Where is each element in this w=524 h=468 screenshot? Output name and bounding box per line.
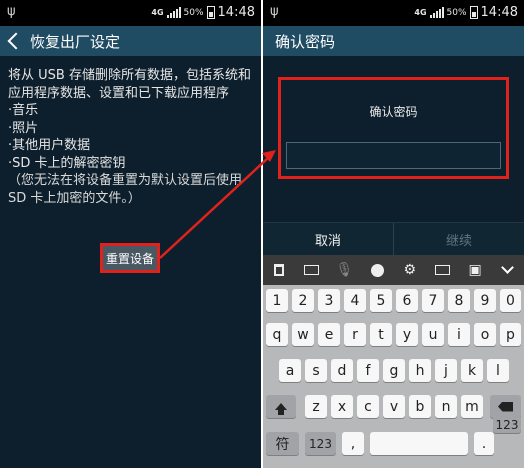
key[interactable]: 2 <box>292 289 314 312</box>
key[interactable]: w <box>292 323 314 346</box>
page-title: 确认密码 <box>275 32 336 51</box>
key[interactable]: a <box>279 359 301 382</box>
key[interactable]: t <box>370 323 392 346</box>
window-icon[interactable]: ▣ <box>459 255 492 285</box>
status-bar: ψ 4G 50% 14:48 <box>0 0 261 26</box>
signal-icon <box>429 7 444 18</box>
key[interactable]: 4 <box>344 289 366 312</box>
key[interactable]: z <box>305 395 327 418</box>
intro-text: 将从 USB 存储删除所有数据，包括系统和应用程序数据、设置和已下载应用程序 <box>8 68 251 101</box>
symbol-key[interactable]: 符 <box>266 432 299 455</box>
period-key[interactable]: . <box>474 432 494 455</box>
network-type: 4G <box>151 7 164 17</box>
settings-icon[interactable]: ⚙ <box>394 255 427 285</box>
continue-button[interactable]: 继续 <box>394 223 524 255</box>
key[interactable]: h <box>409 359 431 382</box>
right-screen: ψ 4G 50% 14:48 确认密码 确认密码 取消 继续 🎙 ⚙ ▣ 1 2… <box>263 0 524 468</box>
microphone-icon[interactable]: 🎙 <box>328 255 361 285</box>
battery-percent: 50% <box>183 7 204 18</box>
clock: 14:48 <box>217 5 255 20</box>
key[interactable]: k <box>461 359 483 382</box>
key[interactable]: i <box>448 323 470 346</box>
soft-keyboard: 1 2 3 4 5 6 7 8 9 0 q w e r t y u i o p … <box>263 285 524 468</box>
key[interactable]: 8 <box>448 289 470 312</box>
key[interactable]: 0 <box>500 289 521 312</box>
key[interactable]: p <box>500 323 521 346</box>
keyboard-icon[interactable] <box>296 255 329 285</box>
handwriting-icon[interactable] <box>426 255 459 285</box>
dialog-buttons: 取消 继续 <box>263 222 524 255</box>
sd-note: （您无法在将设备重置为默认设置后使用 SD 卡上加密的文件。） <box>8 173 243 206</box>
number-mode-key[interactable]: 123 <box>305 432 336 455</box>
clipboard-icon[interactable] <box>263 255 296 285</box>
backspace-key[interactable] <box>490 395 521 418</box>
highlight-box <box>278 77 509 179</box>
page-title: 恢复出厂设定 <box>30 32 121 51</box>
cancel-button[interactable]: 取消 <box>263 223 394 255</box>
key[interactable]: v <box>383 395 405 418</box>
key[interactable]: l <box>487 359 509 382</box>
key[interactable]: g <box>383 359 405 382</box>
key[interactable]: q <box>266 323 288 346</box>
item-music: ·音乐 <box>8 103 39 118</box>
key[interactable]: 5 <box>370 289 392 312</box>
key[interactable]: e <box>318 323 340 346</box>
item-sd-key: ·SD 卡上的解密密钥 <box>8 155 126 171</box>
key[interactable]: n <box>435 395 457 418</box>
signal-icon <box>166 7 181 18</box>
reset-description: 将从 USB 存储删除所有数据，包括系统和应用程序数据、设置和已下载应用程序 ·… <box>0 56 261 207</box>
key[interactable]: 9 <box>474 289 496 312</box>
backspace-icon <box>498 401 513 412</box>
shift-key[interactable] <box>266 395 296 418</box>
left-screen: ψ 4G 50% 14:48 恢复出厂设定 将从 USB 存储删除所有数据，包括… <box>0 0 261 468</box>
battery-icon <box>206 6 215 19</box>
collapse-icon[interactable] <box>491 255 524 285</box>
key[interactable]: j <box>435 359 457 382</box>
usb-icon: ψ <box>270 4 279 19</box>
keyboard-toolbar: 🎙 ⚙ ▣ <box>263 255 524 285</box>
key[interactable]: y <box>396 323 418 346</box>
key[interactable]: m <box>461 395 483 418</box>
space-key[interactable] <box>370 432 468 455</box>
status-bar: ψ 4G 50% 14:48 <box>263 0 524 26</box>
key[interactable]: x <box>331 395 353 418</box>
key[interactable]: 6 <box>396 289 418 312</box>
usb-icon: ψ <box>7 4 16 19</box>
key[interactable]: 3 <box>318 289 340 312</box>
comma-key[interactable]: , <box>342 432 364 455</box>
key[interactable]: o <box>474 323 496 346</box>
reset-device-button[interactable]: 重置设备 <box>100 243 160 273</box>
action-bar: 确认密码 <box>263 26 524 56</box>
item-photos: ·照片 <box>8 120 39 136</box>
emoji-icon[interactable] <box>361 255 394 285</box>
shift-icon <box>275 403 287 415</box>
item-user-data: ·其他用户数据 <box>8 138 91 153</box>
network-type: 4G <box>414 7 427 17</box>
key[interactable]: u <box>422 323 444 346</box>
battery-percent: 50% <box>446 7 467 18</box>
key[interactable]: 1 <box>266 289 288 312</box>
action-bar: 恢复出厂设定 <box>0 26 261 56</box>
key[interactable]: c <box>357 395 379 418</box>
key[interactable]: b <box>409 395 431 418</box>
key[interactable]: r <box>344 323 366 346</box>
key[interactable]: d <box>331 359 353 382</box>
back-arrow-icon[interactable] <box>7 32 25 50</box>
key[interactable]: 7 <box>422 289 444 312</box>
key[interactable]: f <box>357 359 379 382</box>
key[interactable]: s <box>305 359 327 382</box>
clock: 14:48 <box>480 5 518 20</box>
numbers-toggle-key[interactable]: 123 <box>493 416 521 433</box>
battery-icon <box>469 6 478 19</box>
